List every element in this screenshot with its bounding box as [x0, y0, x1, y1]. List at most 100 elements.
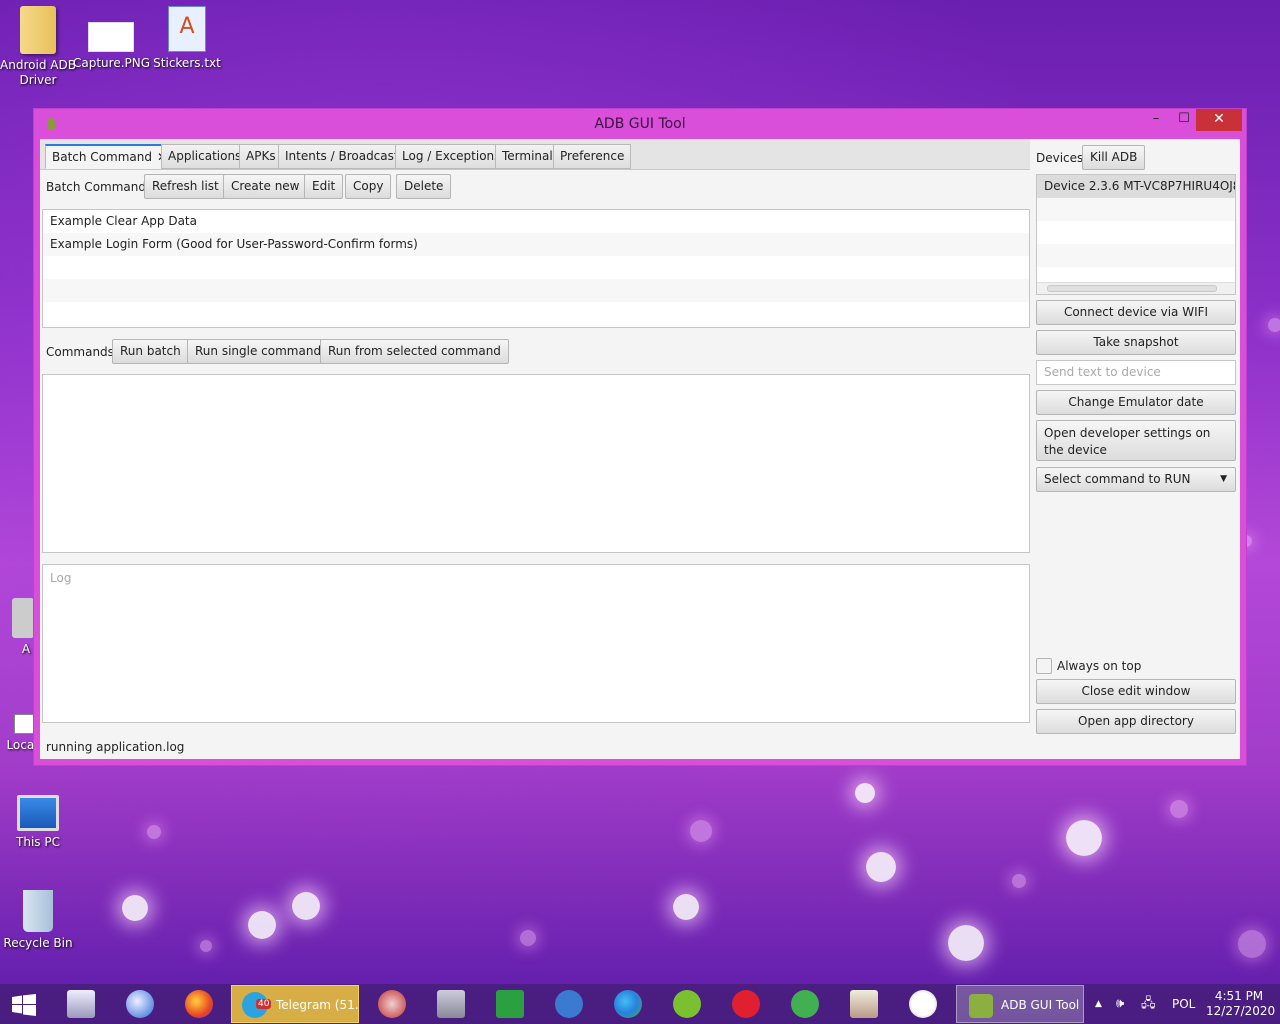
title-bar[interactable]: ADB GUI Tool – ☐ ✕: [34, 109, 1246, 139]
copy-button[interactable]: Copy: [345, 174, 392, 199]
taskbar-firefox[interactable]: [173, 984, 225, 1024]
globe-icon: [126, 990, 154, 1018]
horizontal-scrollbar[interactable]: [1037, 282, 1235, 294]
run-single-command-button[interactable]: Run single command: [187, 339, 330, 364]
clock-time: 4:51 PM: [1214, 989, 1264, 1003]
archive-icon: [850, 990, 878, 1018]
lambda-icon: [437, 990, 465, 1018]
clock[interactable]: 4:51 PM 12/27/2020: [1206, 984, 1276, 1024]
tab-apks[interactable]: APKs: [239, 144, 283, 169]
taskbar-qbittorrent[interactable]: [543, 984, 595, 1024]
select-command-dropdown[interactable]: Select command to RUN ▼: [1036, 467, 1236, 492]
taskbar-snipping[interactable]: [366, 984, 418, 1024]
list-item-empty: [1037, 244, 1235, 267]
taskbar-clock-app[interactable]: [897, 984, 949, 1024]
desktop-icon-capture-png[interactable]: Capture.PNG: [73, 6, 150, 71]
create-new-button[interactable]: Create new: [223, 174, 308, 199]
kill-adb-button[interactable]: Kill ADB: [1082, 145, 1146, 170]
tab-batch-command[interactable]: Batch Command✕: [45, 144, 175, 169]
connect-wifi-button[interactable]: Connect device via WIFI: [1036, 300, 1236, 325]
language-indicator[interactable]: POL: [1172, 984, 1195, 1024]
window-client: Batch Command✕ Applications APKs Intents…: [40, 139, 1240, 759]
batch-list[interactable]: Example Clear App Data Example Login For…: [42, 209, 1030, 328]
text-file-icon: A: [168, 6, 206, 52]
download-icon: [496, 990, 524, 1018]
clock-icon: [909, 990, 937, 1018]
taskbar-mega[interactable]: [720, 984, 772, 1024]
edit-button[interactable]: Edit: [304, 174, 344, 199]
tab-applications[interactable]: Applications: [161, 144, 249, 169]
image-file-icon: [88, 22, 134, 52]
qbittorrent-icon: [555, 990, 583, 1018]
scrollbar-thumb[interactable]: [1047, 285, 1217, 292]
run-batch-button[interactable]: Run batch: [112, 339, 189, 364]
list-item[interactable]: Example Login Form (Good for User-Passwo…: [43, 233, 1029, 256]
app-icon: [12, 598, 34, 638]
taskbar-task-manager[interactable]: [55, 984, 107, 1024]
volume-icon[interactable]: 🕪: [1116, 984, 1124, 1024]
tray-chevron[interactable]: ▲: [1095, 984, 1102, 1024]
close-edit-window-button[interactable]: Close edit window: [1036, 679, 1236, 704]
commands-list[interactable]: [42, 374, 1030, 553]
open-developer-settings-button[interactable]: Open developer settings on the device: [1036, 420, 1236, 461]
taskbar-telegram[interactable]: 40 Telegram (51...: [231, 985, 359, 1023]
always-on-top-checkbox[interactable]: [1036, 658, 1052, 674]
batch-commands-label: Batch Commands: [46, 180, 153, 194]
folder-icon: [20, 6, 56, 54]
device-item[interactable]: Device 2.3.6 MT-VC8P7HIRU4OJ8SBI: [1037, 175, 1235, 198]
list-item-empty: [43, 302, 1029, 325]
list-item-empty: [1037, 198, 1235, 221]
tab-log-exceptions[interactable]: Log / Exceptions: [395, 144, 508, 169]
task-manager-icon: [67, 990, 95, 1018]
taskbar-archive[interactable]: [838, 984, 890, 1024]
green-app-icon: [673, 990, 701, 1018]
log-textarea[interactable]: Log: [42, 564, 1030, 723]
adb-gui-window: ADB GUI Tool – ☐ ✕ Batch Command✕ Applic…: [33, 108, 1247, 766]
devices-panel: Devices Kill ADB Device 2.3.6 MT-VC8P7HI…: [1036, 139, 1240, 759]
desktop-icon-stickers-txt[interactable]: A Stickers.txt: [149, 6, 225, 71]
take-snapshot-button[interactable]: Take snapshot: [1036, 330, 1236, 355]
taskbar-adb-gui-tool[interactable]: ADB GUI Tool: [956, 985, 1084, 1023]
status-text: running application.log: [46, 740, 185, 754]
network-icon[interactable]: 🖧: [1141, 984, 1156, 1024]
recycle-bin-icon: [23, 890, 53, 932]
taskbar-green-app[interactable]: [661, 984, 713, 1024]
run-from-selected-command-button[interactable]: Run from selected command: [320, 339, 509, 364]
change-emulator-date-button[interactable]: Change Emulator date: [1036, 390, 1236, 415]
edge-icon: [614, 990, 642, 1018]
taskbar-lambda[interactable]: [425, 984, 477, 1024]
start-button[interactable]: [0, 984, 52, 1024]
tab-intents-broadcasts[interactable]: Intents / Broadcasts: [278, 144, 412, 169]
tab-terminal[interactable]: Terminal: [495, 144, 560, 169]
mega-icon: [732, 990, 760, 1018]
telegram-badge: 40: [256, 999, 272, 1009]
taskbar-download[interactable]: [484, 984, 536, 1024]
log-placeholder: Log: [50, 571, 72, 585]
scissors-icon: [378, 990, 406, 1018]
close-button[interactable]: ✕: [1196, 109, 1242, 131]
clock-date: 12/27/2020: [1206, 1004, 1276, 1018]
android-icon: [969, 994, 993, 1018]
list-item-empty: [1037, 221, 1235, 244]
taskbar: 40 Telegram (51... ADB GUI Tool ▲ 🕪 🖧 PO…: [0, 984, 1280, 1024]
devices-label: Devices: [1036, 151, 1084, 165]
taskbar-browser[interactable]: [114, 984, 166, 1024]
taskbar-send[interactable]: [779, 984, 831, 1024]
computer-icon: [17, 795, 59, 831]
firefox-icon: [185, 990, 213, 1018]
tab-preference[interactable]: Preference: [553, 144, 632, 169]
desktop-icon-android-adb-driver[interactable]: Android ADB Driver: [0, 6, 76, 88]
device-list[interactable]: Device 2.3.6 MT-VC8P7HIRU4OJ8SBI: [1036, 174, 1236, 295]
refresh-list-button[interactable]: Refresh list: [144, 174, 227, 199]
taskbar-edge[interactable]: [602, 984, 654, 1024]
send-icon: [791, 990, 819, 1018]
send-text-input[interactable]: Send text to device: [1036, 360, 1236, 385]
desktop-icon-recycle-bin[interactable]: Recycle Bin: [0, 890, 76, 951]
list-item[interactable]: Example Clear App Data: [43, 210, 1029, 233]
list-item-empty: [43, 256, 1029, 279]
always-on-top-label: Always on top: [1057, 659, 1142, 673]
desktop-icon-this-pc[interactable]: This PC: [0, 795, 76, 850]
shortcut-icon: [14, 714, 34, 734]
delete-button[interactable]: Delete: [396, 174, 452, 199]
open-app-directory-button[interactable]: Open app directory: [1036, 709, 1236, 734]
